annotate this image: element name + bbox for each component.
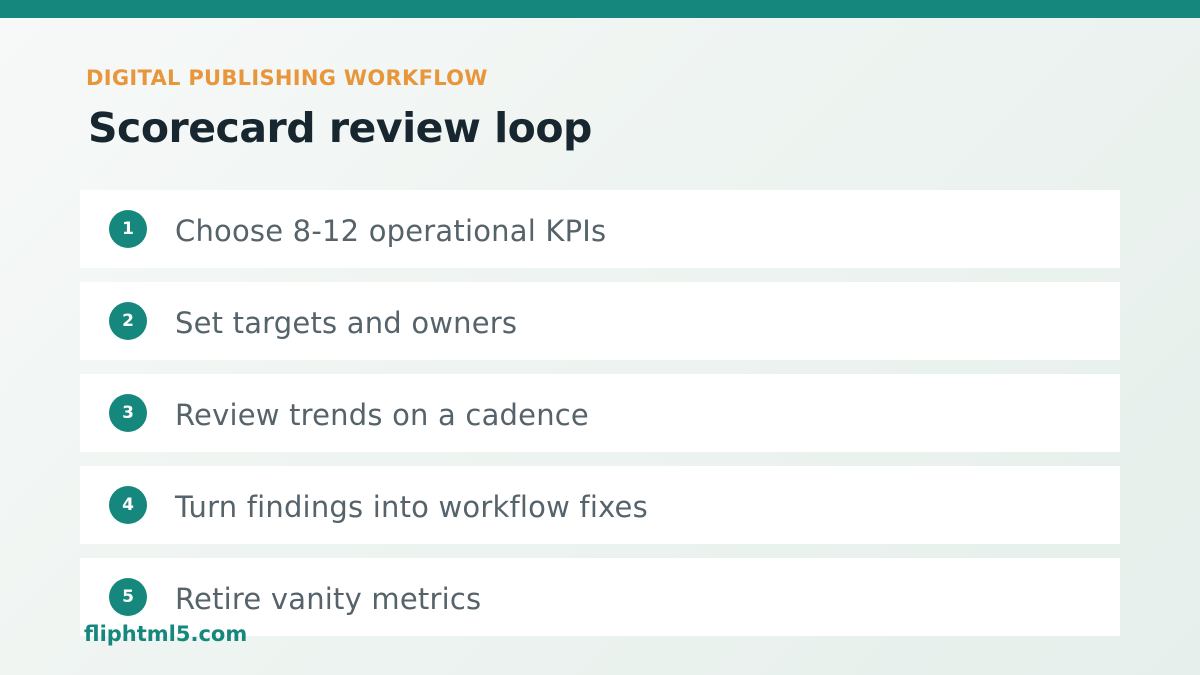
step-number-badge: 4 bbox=[109, 486, 147, 524]
step-number-badge: 3 bbox=[109, 394, 147, 432]
watermark-link[interactable]: fliphtml5.com bbox=[84, 622, 247, 646]
step-card-4: 4 Turn findings into workflow fixes bbox=[80, 466, 1120, 544]
slide-title: Scorecard review loop bbox=[88, 104, 592, 152]
step-number-badge: 5 bbox=[109, 578, 147, 616]
step-number-badge: 1 bbox=[109, 210, 147, 248]
step-text: Review trends on a cadence bbox=[175, 398, 589, 432]
step-text: Choose 8-12 operational KPIs bbox=[175, 214, 607, 248]
step-card-3: 3 Review trends on a cadence bbox=[80, 374, 1120, 452]
step-list: 1 Choose 8-12 operational KPIs 2 Set tar… bbox=[80, 190, 1120, 650]
step-number-badge: 2 bbox=[109, 302, 147, 340]
step-text: Retire vanity metrics bbox=[175, 582, 482, 616]
step-text: Turn findings into workflow fixes bbox=[175, 490, 648, 524]
step-card-2: 2 Set targets and owners bbox=[80, 282, 1120, 360]
slide-eyebrow: DIGITAL PUBLISHING WORKFLOW bbox=[86, 66, 488, 90]
step-card-1: 1 Choose 8-12 operational KPIs bbox=[80, 190, 1120, 268]
step-text: Set targets and owners bbox=[175, 306, 518, 340]
top-accent-bar bbox=[0, 0, 1200, 18]
